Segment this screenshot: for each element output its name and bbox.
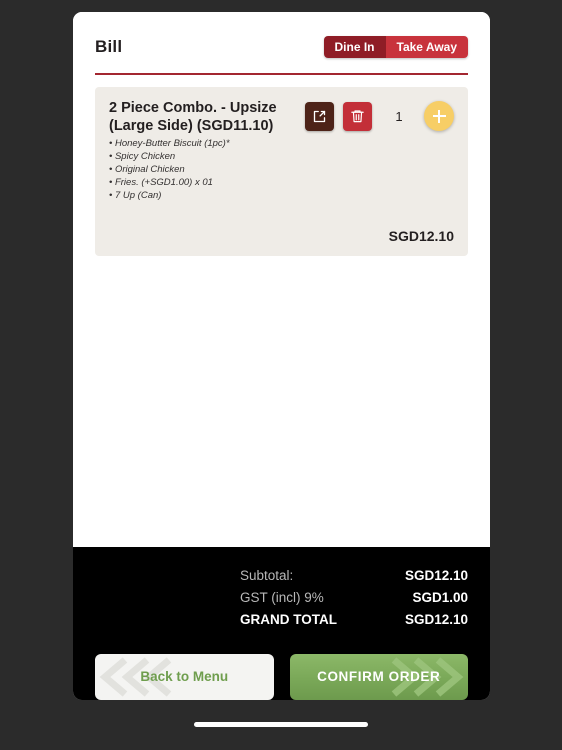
order-type-toggle[interactable]: Dine In Take Away: [323, 36, 468, 58]
grand-total-value: SGD12.10: [404, 612, 468, 628]
order-type-dine-in[interactable]: Dine In: [323, 36, 386, 58]
subtotal-label: Subtotal:: [240, 568, 294, 583]
item-option: Honey-Butter Biscuit (1pc)*: [109, 138, 305, 151]
back-to-menu-label: Back to Menu: [140, 669, 229, 685]
item-options-list: Honey-Butter Biscuit (1pc)* Spicy Chicke…: [109, 138, 305, 202]
subtotal-value: SGD12.10: [404, 568, 468, 583]
item-price-row: SGD12.10: [109, 228, 454, 246]
order-type-take-away[interactable]: Take Away: [385, 36, 468, 58]
gst-row: GST (incl) 9% SGD1.00: [240, 589, 468, 607]
item-price: SGD12.10: [388, 228, 454, 245]
confirm-order-label: CONFIRM ORDER: [317, 669, 441, 685]
trash-icon: [350, 108, 365, 124]
bill-screen: Bill Dine In Take Away 2 Piece Combo. - …: [73, 12, 490, 700]
edit-item-button[interactable]: [305, 101, 334, 131]
gst-label: GST (incl) 9%: [240, 590, 324, 606]
bill-footer: Subtotal: SGD12.10 GST (incl) 9% SGD1.00…: [73, 547, 490, 700]
grand-total-label: GRAND TOTAL: [240, 612, 337, 628]
item-option: Original Chicken: [109, 164, 305, 177]
delete-item-button[interactable]: [343, 101, 372, 131]
bill-item-row: 2 Piece Combo. - Upsize (Large Side) (SG…: [95, 87, 468, 257]
bill-header: Bill Dine In Take Away: [73, 12, 490, 64]
home-indicator: [194, 722, 368, 727]
totals-summary: Subtotal: SGD12.10 GST (incl) 9% SGD1.00…: [95, 567, 468, 630]
bill-items-list: 2 Piece Combo. - Upsize (Large Side) (SG…: [73, 75, 490, 547]
footer-actions: Back to Menu CONFIRM ORDER: [95, 653, 468, 700]
bill-panel: Bill Dine In Take Away 2 Piece Combo. - …: [73, 12, 490, 547]
back-to-menu-button[interactable]: Back to Menu: [95, 653, 274, 700]
edit-square-icon: [312, 109, 327, 124]
gst-value: SGD1.00: [412, 590, 468, 606]
confirm-order-button[interactable]: CONFIRM ORDER: [289, 653, 468, 700]
item-name: 2 Piece Combo. - Upsize (Large Side) (SG…: [109, 100, 277, 135]
item-controls: 1: [305, 99, 454, 131]
item-option: Spicy Chicken: [109, 151, 305, 164]
item-option: 7 Up (Can): [109, 190, 305, 203]
item-option: Fries. (+SGD1.00) x 01: [109, 177, 305, 190]
increase-quantity-button[interactable]: [424, 101, 454, 131]
grand-total-row: GRAND TOTAL SGD12.10: [240, 611, 468, 629]
page-title: Bill: [95, 37, 123, 56]
item-quantity: 1: [395, 108, 403, 124]
subtotal-row: Subtotal: SGD12.10: [240, 567, 468, 585]
